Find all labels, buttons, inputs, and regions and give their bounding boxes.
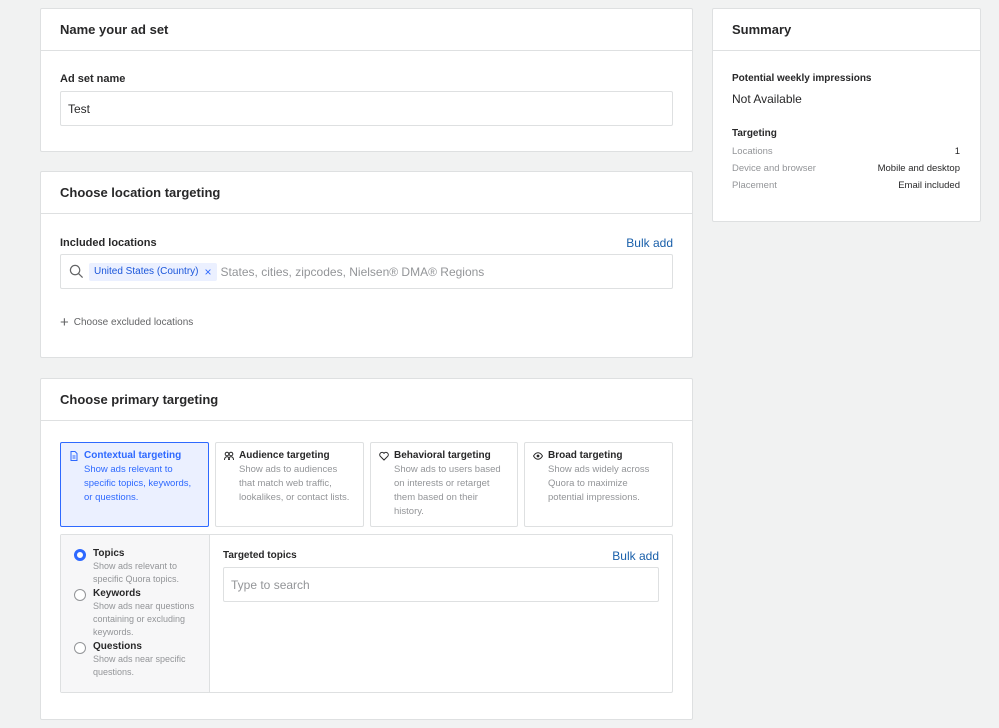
radio-unselected-icon[interactable] — [74, 589, 86, 601]
radio-unselected-icon[interactable] — [74, 642, 86, 654]
radio-description: Show ads near specific questions. — [93, 654, 186, 677]
radio-description: Show ads near questions containing or ex… — [93, 601, 195, 637]
location-targeting-card: Choose location targeting Included locat… — [40, 171, 693, 358]
option-description: Show ads to users based on interests or … — [394, 464, 501, 517]
option-description: Show ads relevant to specific topics, ke… — [84, 464, 192, 503]
radio-description: Show ads relevant to specific Quora topi… — [93, 561, 180, 584]
option-description: Show ads widely across Quora to maximize… — [548, 464, 650, 503]
eye-icon — [533, 451, 543, 460]
heart-icon — [379, 451, 389, 461]
summary-row-placement: Placement Email included — [732, 180, 960, 191]
audience-targeting-option[interactable]: Audience targeting Show ads to audiences… — [215, 442, 364, 527]
document-icon — [70, 450, 78, 461]
topic-search-placeholder: Type to search — [231, 577, 310, 592]
bulk-add-topics-link[interactable]: Bulk add — [612, 549, 659, 563]
card-title: Name your ad set — [41, 9, 692, 51]
contextual-targeting-option[interactable]: Contextual targeting Show ads relevant t… — [60, 442, 209, 527]
summary-key: Placement — [732, 180, 777, 191]
plus-icon: + — [60, 314, 69, 331]
option-title: Broad targeting — [548, 450, 623, 461]
radio-label: Topics — [93, 548, 125, 559]
ad-set-name-input[interactable]: Test — [60, 91, 673, 126]
option-title: Behavioral targeting — [394, 450, 491, 461]
summary-key: Device and browser — [732, 163, 816, 174]
radio-label: Questions — [93, 641, 142, 652]
radio-label: Keywords — [93, 588, 141, 599]
impressions-value: Not Available — [732, 92, 802, 106]
excluded-locations-label: Choose excluded locations — [73, 317, 194, 328]
name-ad-set-card: Name your ad set Ad set name Test — [40, 8, 693, 152]
topic-search-input[interactable]: Type to search — [223, 567, 659, 602]
card-title: Choose location targeting — [41, 172, 692, 214]
radio-selected-icon[interactable] — [74, 549, 86, 561]
impressions-label: Potential weekly impressions — [732, 73, 872, 84]
targeted-topics-label: Targeted topics — [223, 550, 297, 561]
radio-keywords[interactable]: Keywords Show ads near questions contain… — [74, 588, 198, 639]
summary-card: Summary Potential weekly impressions Not… — [712, 8, 981, 222]
radio-topics[interactable]: Topics Show ads relevant to specific Quo… — [74, 548, 198, 586]
card-title: Summary — [713, 9, 980, 51]
option-title: Contextual targeting — [84, 450, 182, 461]
summary-value: Email included — [898, 180, 960, 191]
behavioral-targeting-option[interactable]: Behavioral targeting Show ads to users b… — [370, 442, 518, 527]
summary-key: Locations — [732, 146, 773, 157]
contextual-sub-panel: Topics Show ads relevant to specific Quo… — [60, 534, 673, 693]
ad-set-name-label: Ad set name — [60, 73, 126, 85]
radio-questions[interactable]: Questions Show ads near specific questio… — [74, 641, 198, 679]
chip-remove-icon[interactable]: × — [205, 266, 212, 278]
broad-targeting-option[interactable]: Broad targeting Show ads widely across Q… — [524, 442, 673, 527]
bulk-add-locations-link[interactable]: Bulk add — [626, 236, 673, 250]
chip-label: United States (Country) — [94, 266, 199, 277]
contextual-type-list: Topics Show ads relevant to specific Quo… — [61, 535, 210, 692]
option-description: Show ads to audiences that match web tra… — [239, 464, 350, 503]
search-icon — [69, 264, 84, 279]
summary-row-device: Device and browser Mobile and desktop — [732, 163, 960, 174]
location-search-input[interactable]: United States (Country) × States, cities… — [60, 254, 673, 289]
targeting-label: Targeting — [732, 128, 777, 139]
card-title: Choose primary targeting — [41, 379, 692, 421]
summary-row-locations: Locations 1 — [732, 146, 960, 157]
location-placeholder: States, cities, zipcodes, Nielsen® DMA® … — [220, 264, 485, 279]
summary-value: Mobile and desktop — [877, 163, 960, 174]
location-chip-united-states: United States (Country) × — [89, 262, 217, 281]
primary-targeting-card: Choose primary targeting Contextual targ… — [40, 378, 693, 720]
choose-excluded-locations-button[interactable]: + Choose excluded locations — [60, 315, 193, 330]
summary-value: 1 — [954, 146, 960, 157]
people-icon — [224, 451, 234, 460]
option-title: Audience targeting — [239, 450, 330, 461]
included-locations-label: Included locations — [60, 237, 157, 249]
